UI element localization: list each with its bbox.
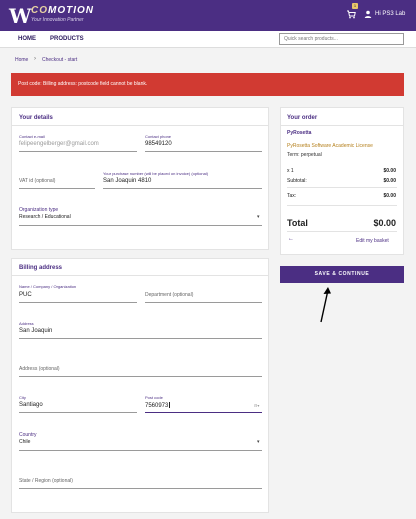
comotion-logo[interactable]: COMOTION	[31, 5, 94, 16]
product-title: PyRosetta	[287, 130, 312, 136]
user-greeting[interactable]: Hi PS3 Lab	[375, 11, 405, 17]
city-field[interactable]: Santiago	[19, 402, 43, 408]
autofill-icon[interactable]: ⊟▾	[254, 403, 259, 408]
address-label: Address	[19, 321, 34, 326]
user-icon[interactable]	[364, 10, 372, 18]
email-underline	[19, 151, 137, 152]
address-underline	[19, 338, 262, 339]
vat-field[interactable]: VAT id (optional)	[19, 178, 55, 184]
brand-suffix: MOTION	[48, 5, 94, 16]
address-field[interactable]: San Joaquin	[19, 328, 52, 334]
breadcrumb-home[interactable]: Home	[15, 57, 28, 63]
breadcrumb-current: Checkout - start	[42, 57, 78, 63]
phone-field[interactable]: 98549120	[145, 141, 172, 147]
divider	[287, 187, 397, 188]
subtotal-value: $0.00	[383, 178, 396, 184]
address2-underline	[19, 376, 262, 377]
divider	[287, 205, 397, 206]
product-license[interactable]: PyRosetta Software Academic License	[287, 143, 373, 149]
org-type-select[interactable]: Research / Educational	[19, 214, 71, 220]
search-input[interactable]	[279, 33, 404, 45]
nav-products[interactable]: PRODUCTS	[50, 36, 84, 42]
pointer-arrow-annotation	[320, 287, 331, 323]
cart-icon[interactable]	[346, 9, 356, 19]
total-label: Total	[287, 218, 308, 228]
main-nav: HOME PRODUCTS	[0, 31, 416, 48]
chevron-down-icon[interactable]: ▾	[257, 214, 260, 220]
your-details-title: Your details	[19, 115, 53, 121]
tagline: Your Innovation Partner	[31, 17, 84, 23]
phone-label: Contact phone	[145, 134, 172, 139]
brand-prefix: CO	[31, 5, 48, 16]
tax-value: $0.00	[383, 193, 396, 199]
tax-label: Tax:	[287, 193, 297, 199]
product-term: Term: perpetual	[287, 152, 322, 158]
chevron-down-icon[interactable]: ▾	[257, 439, 260, 445]
postcode-field[interactable]: 7560973	[145, 402, 171, 409]
country-select[interactable]: Chile	[19, 439, 30, 445]
cart-count-badge: 1	[352, 3, 358, 9]
divider	[287, 231, 397, 232]
text-cursor	[169, 402, 171, 408]
po-underline	[103, 188, 262, 189]
quantity-price: $0.00	[383, 168, 396, 174]
total-value: $0.00	[373, 218, 396, 228]
address2-field[interactable]: Address (optional)	[19, 366, 60, 372]
nav-home[interactable]: HOME	[18, 36, 36, 42]
save-continue-button[interactable]: SAVE & CONTINUE	[280, 266, 404, 283]
billing-address-card	[11, 258, 269, 513]
email-field[interactable]: felipeengelberger@gmail.com	[19, 141, 99, 147]
po-label: Your purchase number (will be placed on …	[103, 171, 209, 176]
edit-basket-link[interactable]: Edit my basket	[356, 238, 389, 244]
billing-title: Billing address	[19, 265, 63, 271]
subtotal-label: Subtotal:	[287, 178, 307, 184]
top-header: W COMOTION Your Innovation Partner 1 Hi …	[0, 0, 416, 31]
state-field[interactable]: State / Region (optional)	[19, 478, 73, 484]
org-type-label: Organization type	[19, 207, 59, 213]
department-field[interactable]: Department (optional)	[145, 292, 193, 298]
org-type-underline	[19, 225, 262, 226]
breadcrumb-separator: ›	[34, 56, 36, 62]
name-underline	[19, 302, 137, 303]
order-title: Your order	[287, 115, 318, 121]
postcode-value: 7560973	[145, 403, 169, 409]
phone-underline	[145, 151, 262, 152]
arrow-left-icon[interactable]: ←	[288, 236, 294, 242]
error-banner: Post code: Billing address: postcode fie…	[11, 73, 404, 96]
department-underline	[145, 302, 262, 303]
email-label: Contact e-mail	[19, 134, 45, 139]
vat-underline	[19, 188, 95, 189]
divider	[11, 275, 269, 276]
name-field[interactable]: PUC	[19, 292, 32, 298]
country-label: Country	[19, 432, 37, 438]
city-underline	[19, 412, 137, 413]
purchase-number-field[interactable]: San Joaquin 4810	[103, 178, 151, 184]
divider	[11, 125, 269, 126]
name-label: Name / Company / Organization	[19, 284, 77, 289]
uw-logo[interactable]: W	[9, 4, 31, 28]
divider	[280, 125, 404, 126]
state-underline	[19, 488, 262, 489]
postcode-label: Post code	[145, 395, 163, 400]
quantity: x 1	[287, 168, 294, 174]
city-label: City	[19, 395, 26, 400]
country-underline	[19, 450, 262, 451]
postcode-underline	[145, 412, 262, 413]
